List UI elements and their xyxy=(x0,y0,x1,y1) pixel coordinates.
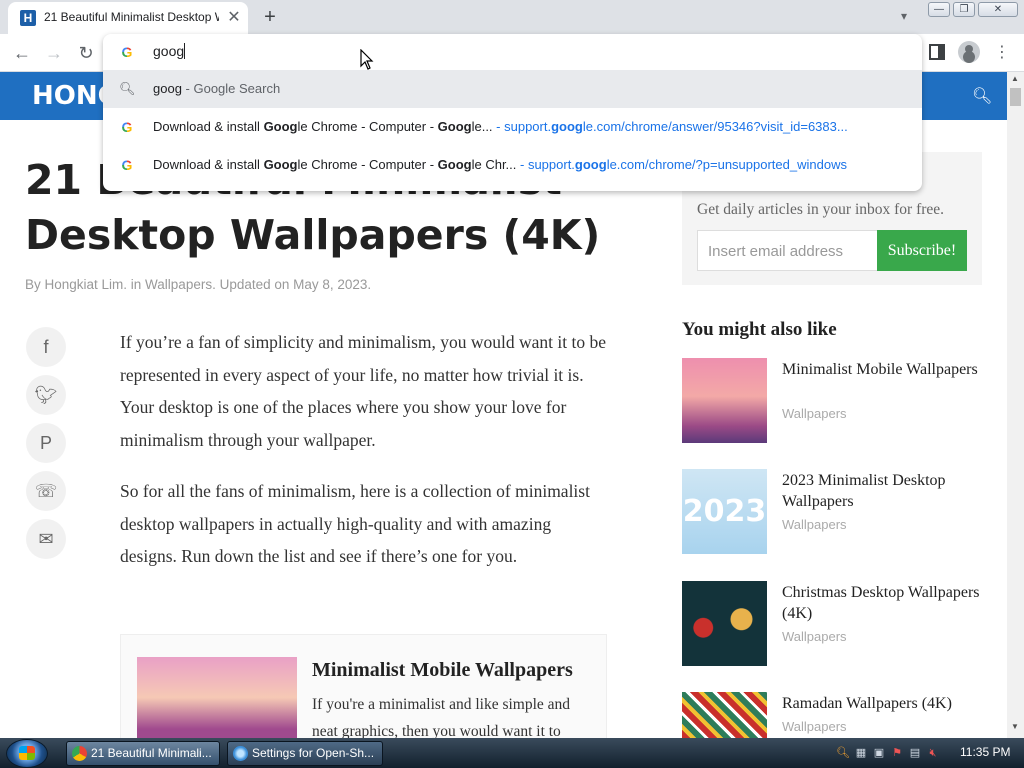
page-scrollbar[interactable]: ▲ ▼ xyxy=(1007,72,1024,738)
email-input[interactable]: Insert email address xyxy=(697,230,878,271)
article-paragraph: So for all the fans of minimalism, here … xyxy=(120,481,590,566)
sidebar-item-title[interactable]: Christmas Desktop Wallpapers (4K) xyxy=(782,582,982,624)
suggestion-sub: - Google Search xyxy=(181,81,281,96)
sidebar-item-title[interactable]: Minimalist Mobile Wallpapers xyxy=(782,359,982,380)
article-paragraph: If you’re a fan of simplicity and minima… xyxy=(120,332,607,450)
omnibox-input[interactable]: G goog xyxy=(103,34,922,70)
sidebar-item-category[interactable]: Wallpapers xyxy=(782,406,847,421)
sidebar-item-category[interactable]: Wallpapers xyxy=(782,629,847,644)
tab-search-icon[interactable]: ▾ xyxy=(894,6,914,26)
search-icon[interactable]: 🔍︎ xyxy=(972,86,992,106)
tab-close-icon[interactable]: ✕ xyxy=(224,8,244,28)
scroll-down-icon[interactable]: ▼ xyxy=(1011,722,1019,731)
menu-kebab-icon[interactable]: ⋮ xyxy=(990,41,1014,65)
sidebar-item-thumbnail[interactable] xyxy=(682,358,767,443)
facebook-icon[interactable]: f xyxy=(26,327,66,367)
side-panel-icon[interactable] xyxy=(929,44,945,60)
sidebar-item-thumbnail[interactable] xyxy=(682,581,767,666)
search-icon: 🔍︎ xyxy=(119,81,136,96)
security-flag-icon[interactable]: ⚑ xyxy=(890,746,904,760)
related-post-card[interactable]: Minimalist Mobile Wallpapers If you're a… xyxy=(120,634,607,747)
maximize-button[interactable]: ❐ xyxy=(953,2,975,17)
tray-app-icon[interactable]: ▦ xyxy=(854,746,868,760)
whatsapp-icon[interactable]: ☏ xyxy=(26,471,66,511)
settings-icon xyxy=(233,746,248,761)
sidebar-item-thumbnail[interactable] xyxy=(682,692,767,738)
related-description: If you're a minimalist and like simple a… xyxy=(312,696,571,740)
sidebar-heading: You might also like xyxy=(682,319,837,340)
forward-icon[interactable]: → xyxy=(42,41,66,65)
mouse-cursor-icon xyxy=(360,49,374,70)
pinterest-icon[interactable]: P xyxy=(26,423,66,463)
windows-logo-icon xyxy=(19,746,35,760)
taskbar-item-settings[interactable]: Settings for Open-Sh... xyxy=(227,741,383,766)
suggestion-result[interactable]: G Download & install Google Chrome - Com… xyxy=(103,146,922,184)
omnibox-dropdown: G goog 🔍︎ goog - Google Search G Downloa… xyxy=(103,34,922,191)
sidebar-item-title[interactable]: Ramadan Wallpapers (4K) xyxy=(782,693,982,714)
volume-muted-icon[interactable]: 🔇︎ xyxy=(926,746,940,760)
related-title[interactable]: Minimalist Mobile Wallpapers xyxy=(312,658,573,682)
new-tab-button[interactable]: + xyxy=(258,5,282,29)
google-icon: G xyxy=(119,119,135,135)
suggestion-result[interactable]: G Download & install Google Chrome - Com… xyxy=(103,108,922,146)
browser-tab[interactable]: H 21 Beautiful Minimalist Desktop W ✕ xyxy=(8,2,248,34)
google-icon: G xyxy=(119,157,135,173)
suggestion-query: goog xyxy=(153,81,182,96)
suggestion-search[interactable]: 🔍︎ goog - Google Search xyxy=(103,70,922,108)
reload-icon[interactable]: ↻ xyxy=(74,41,98,65)
omnibox-text[interactable]: goog xyxy=(153,43,186,59)
search-icon[interactable]: 🔍︎ xyxy=(836,746,850,760)
scroll-up-icon[interactable]: ▲ xyxy=(1011,74,1019,83)
back-icon[interactable]: ← xyxy=(10,41,34,65)
twitter-icon[interactable]: 🐦︎ xyxy=(26,375,66,415)
hongkiat-favicon-icon: H xyxy=(20,10,36,26)
taskbar-item-chrome[interactable]: 21 Beautiful Minimali... xyxy=(66,741,220,766)
sidebar-item-category[interactable]: Wallpapers xyxy=(782,719,847,734)
clock[interactable]: 11:35 PM xyxy=(960,745,1010,759)
tray-app-icon[interactable]: ▣ xyxy=(872,746,886,760)
network-icon[interactable]: ▤ xyxy=(908,746,922,760)
sidebar-item-category[interactable]: Wallpapers xyxy=(782,517,847,532)
profile-avatar[interactable] xyxy=(958,41,980,63)
byline: By Hongkiat Lim. in Wallpapers. Updated … xyxy=(25,277,372,292)
minimize-button[interactable]: — xyxy=(928,2,950,17)
google-icon: G xyxy=(119,44,135,60)
chrome-icon xyxy=(72,746,87,761)
email-icon[interactable]: ✉ xyxy=(26,519,66,559)
newsletter-text: Get daily articles in your inbox for fre… xyxy=(697,201,945,218)
system-tray: 🔍︎ ▦ ▣ ⚑ ▤ 🔇︎ xyxy=(834,742,952,764)
sidebar-item-thumbnail[interactable]: 2023 xyxy=(682,469,767,554)
tab-strip: H 21 Beautiful Minimalist Desktop W ✕ + … xyxy=(0,0,1024,34)
subscribe-button[interactable]: Subscribe! xyxy=(877,230,967,271)
related-thumbnail xyxy=(137,657,297,747)
scroll-thumb[interactable] xyxy=(1010,88,1021,106)
sidebar-item-title[interactable]: 2023 Minimalist Desktop Wallpapers xyxy=(782,470,982,512)
tab-title: 21 Beautiful Minimalist Desktop W xyxy=(44,10,219,24)
close-window-button[interactable]: ✕ xyxy=(978,2,1018,17)
